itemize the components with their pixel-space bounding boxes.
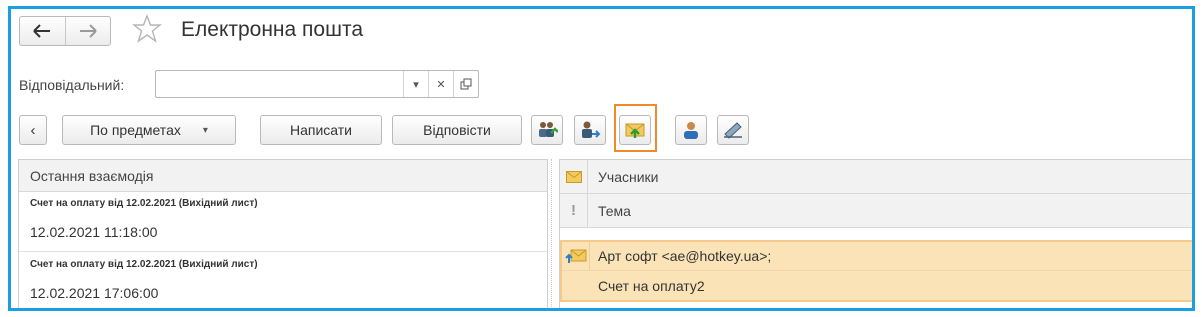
group-by-label: По предметах xyxy=(90,122,181,138)
panel-splitter[interactable] xyxy=(551,159,557,308)
nav-buttons xyxy=(19,16,111,46)
interaction-date: 12.02.2021 17:06:00 xyxy=(30,285,159,301)
back-button[interactable] xyxy=(20,17,65,45)
forward-button[interactable] xyxy=(64,17,111,45)
contact-forward-button[interactable] xyxy=(574,115,606,145)
responsible-field[interactable]: ▾ ✕ xyxy=(155,70,479,98)
clear-button[interactable]: ✕ xyxy=(428,71,453,97)
chevron-down-icon: ▾ xyxy=(413,78,419,91)
last-interaction-header[interactable]: Остання взаємодія xyxy=(19,160,547,192)
envelope-outgoing-icon xyxy=(564,249,586,263)
star-icon[interactable] xyxy=(132,14,162,44)
paperclip-icon xyxy=(724,122,742,139)
chevron-left-icon: ‹ xyxy=(30,121,36,139)
dropdown-button[interactable]: ▾ xyxy=(403,71,428,97)
forward-arrow-icon xyxy=(79,24,97,38)
message-subject: Счет на оплату2 xyxy=(598,278,705,294)
interaction-subject: Счет на оплату від 12.02.2021 (Вихідний … xyxy=(30,259,258,270)
collapse-button[interactable]: ‹ xyxy=(19,115,47,145)
interaction-date: 12.02.2021 11:18:00 xyxy=(30,224,158,240)
responsible-value[interactable] xyxy=(156,71,403,97)
participants-header[interactable]: Учасники xyxy=(560,160,1192,194)
message-participants: Арт софт <ae@hotkey.ua>; xyxy=(598,248,772,264)
interactions-list: Остання взаємодія Счет на оплату від 12.… xyxy=(18,159,548,308)
responsible-label: Відповідальний: xyxy=(19,77,125,93)
user-arrow-icon xyxy=(582,121,601,138)
page-title: Електронна пошта xyxy=(181,18,364,41)
close-icon: ✕ xyxy=(436,78,446,91)
selected-message-row[interactable]: Арт софт <ae@hotkey.ua>; Счет на оплату2 xyxy=(560,240,1192,302)
subject-header-label: Тема xyxy=(598,203,631,219)
reply-button[interactable]: Відповісти xyxy=(392,115,522,145)
messages-list: Учасники ! Тема Арт софт <ae@hotkey.ua>;… xyxy=(559,159,1192,308)
contact-button[interactable] xyxy=(675,115,707,145)
back-arrow-icon xyxy=(33,24,51,38)
subject-header[interactable]: ! Тема xyxy=(560,194,1192,228)
importance-column: ! xyxy=(560,194,588,227)
group-by-dropdown[interactable]: По предметах ▾ xyxy=(62,115,236,145)
attachments-button[interactable] xyxy=(717,115,749,145)
interaction-subject: Счет на оплату від 12.02.2021 (Вихідний … xyxy=(30,198,258,209)
chevron-down-icon: ▾ xyxy=(202,124,208,136)
open-window-icon xyxy=(460,78,472,90)
participants-header-label: Учасники xyxy=(598,169,659,185)
envelope-icon xyxy=(565,170,582,183)
receive-mail-highlight xyxy=(614,104,657,152)
write-button[interactable]: Написати xyxy=(260,115,382,145)
person-icon xyxy=(684,122,698,139)
users-sync-button[interactable] xyxy=(531,115,563,145)
envelope-column xyxy=(560,160,588,193)
open-button[interactable] xyxy=(453,71,478,97)
exclamation-icon: ! xyxy=(571,202,576,219)
users-icon xyxy=(539,122,558,137)
window-frame: Електронна пошта Відповідальний: ▾ ✕ ‹ П… xyxy=(8,6,1195,311)
list-item[interactable]: Счет на оплату від 12.02.2021 (Вихідний … xyxy=(19,192,547,252)
list-item[interactable]: Счет на оплату від 12.02.2021 (Вихідний … xyxy=(19,253,547,308)
message-status-cell xyxy=(562,242,590,270)
